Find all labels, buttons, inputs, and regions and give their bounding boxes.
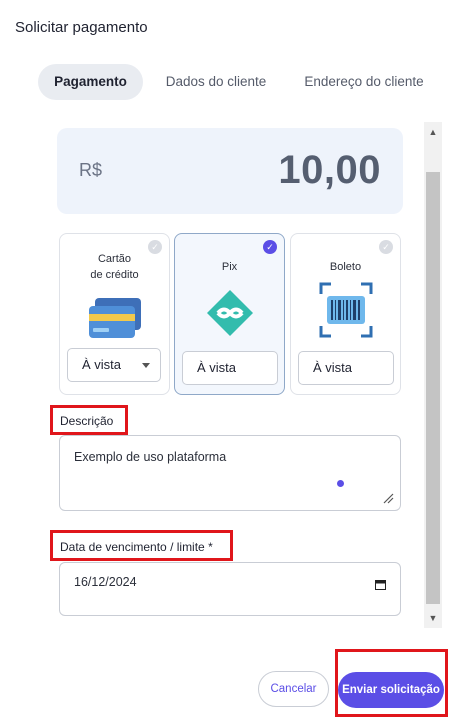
chevron-down-icon xyxy=(142,363,150,368)
installment-select[interactable]: À vista xyxy=(298,351,394,385)
payment-card-credit[interactable]: ✓ Cartão de crédito À vista xyxy=(59,233,170,395)
check-icon: ✓ xyxy=(263,240,277,254)
calendar-icon[interactable] xyxy=(375,579,386,590)
due-date-value: 16/12/2024 xyxy=(74,575,137,589)
description-label: Descrição xyxy=(60,414,114,428)
installment-select[interactable]: À vista xyxy=(67,348,161,382)
scroll-down-icon[interactable]: ▼ xyxy=(424,610,442,626)
amount-box: R$ 10,00 xyxy=(57,128,403,214)
cancel-button[interactable]: Cancelar xyxy=(258,671,329,707)
tab-bar: Pagamento Dados do cliente Endereço do c… xyxy=(38,64,438,100)
card-label-line1: Pix xyxy=(221,261,238,273)
tab-endereco-cliente[interactable]: Endereço do cliente xyxy=(290,64,438,100)
due-date-label: Data de vencimento / limite * xyxy=(60,540,213,554)
scrollbar[interactable]: ▲ ▼ xyxy=(424,122,442,628)
resize-grip-icon[interactable] xyxy=(382,492,394,504)
description-textarea[interactable]: Exemplo de uso plataforma xyxy=(59,435,401,511)
installment-select[interactable]: À vista xyxy=(182,351,278,385)
currency-symbol: R$ xyxy=(79,160,103,180)
check-icon: ✓ xyxy=(379,240,393,254)
description-value: Exemplo de uso plataforma xyxy=(74,450,227,464)
card-label-line2: de crédito xyxy=(90,269,139,281)
installment-select-value: À vista xyxy=(82,357,122,372)
indicator-dot xyxy=(337,480,344,487)
card-label-line1: Cartão xyxy=(97,253,132,265)
barcode-icon xyxy=(319,282,373,338)
payment-card-boleto[interactable]: ✓ Boleto À vista xyxy=(290,233,401,395)
scrollbar-thumb[interactable] xyxy=(426,172,440,604)
due-date-input[interactable]: 16/12/2024 xyxy=(59,562,401,616)
tab-pagamento[interactable]: Pagamento xyxy=(38,64,143,100)
scroll-up-icon[interactable]: ▲ xyxy=(424,124,442,140)
tab-dados-cliente[interactable]: Dados do cliente xyxy=(151,64,281,100)
card-label-line1: Boleto xyxy=(329,261,362,273)
credit-card-icon xyxy=(89,298,141,338)
amount-value[interactable]: 10,00 xyxy=(278,148,381,193)
pix-icon xyxy=(207,290,253,336)
submit-request-button[interactable]: Enviar solicitação xyxy=(338,672,444,708)
dialog-title: Solicitar pagamento xyxy=(15,19,148,36)
payment-card-pix[interactable]: ✓ Pix À vista xyxy=(174,233,285,395)
